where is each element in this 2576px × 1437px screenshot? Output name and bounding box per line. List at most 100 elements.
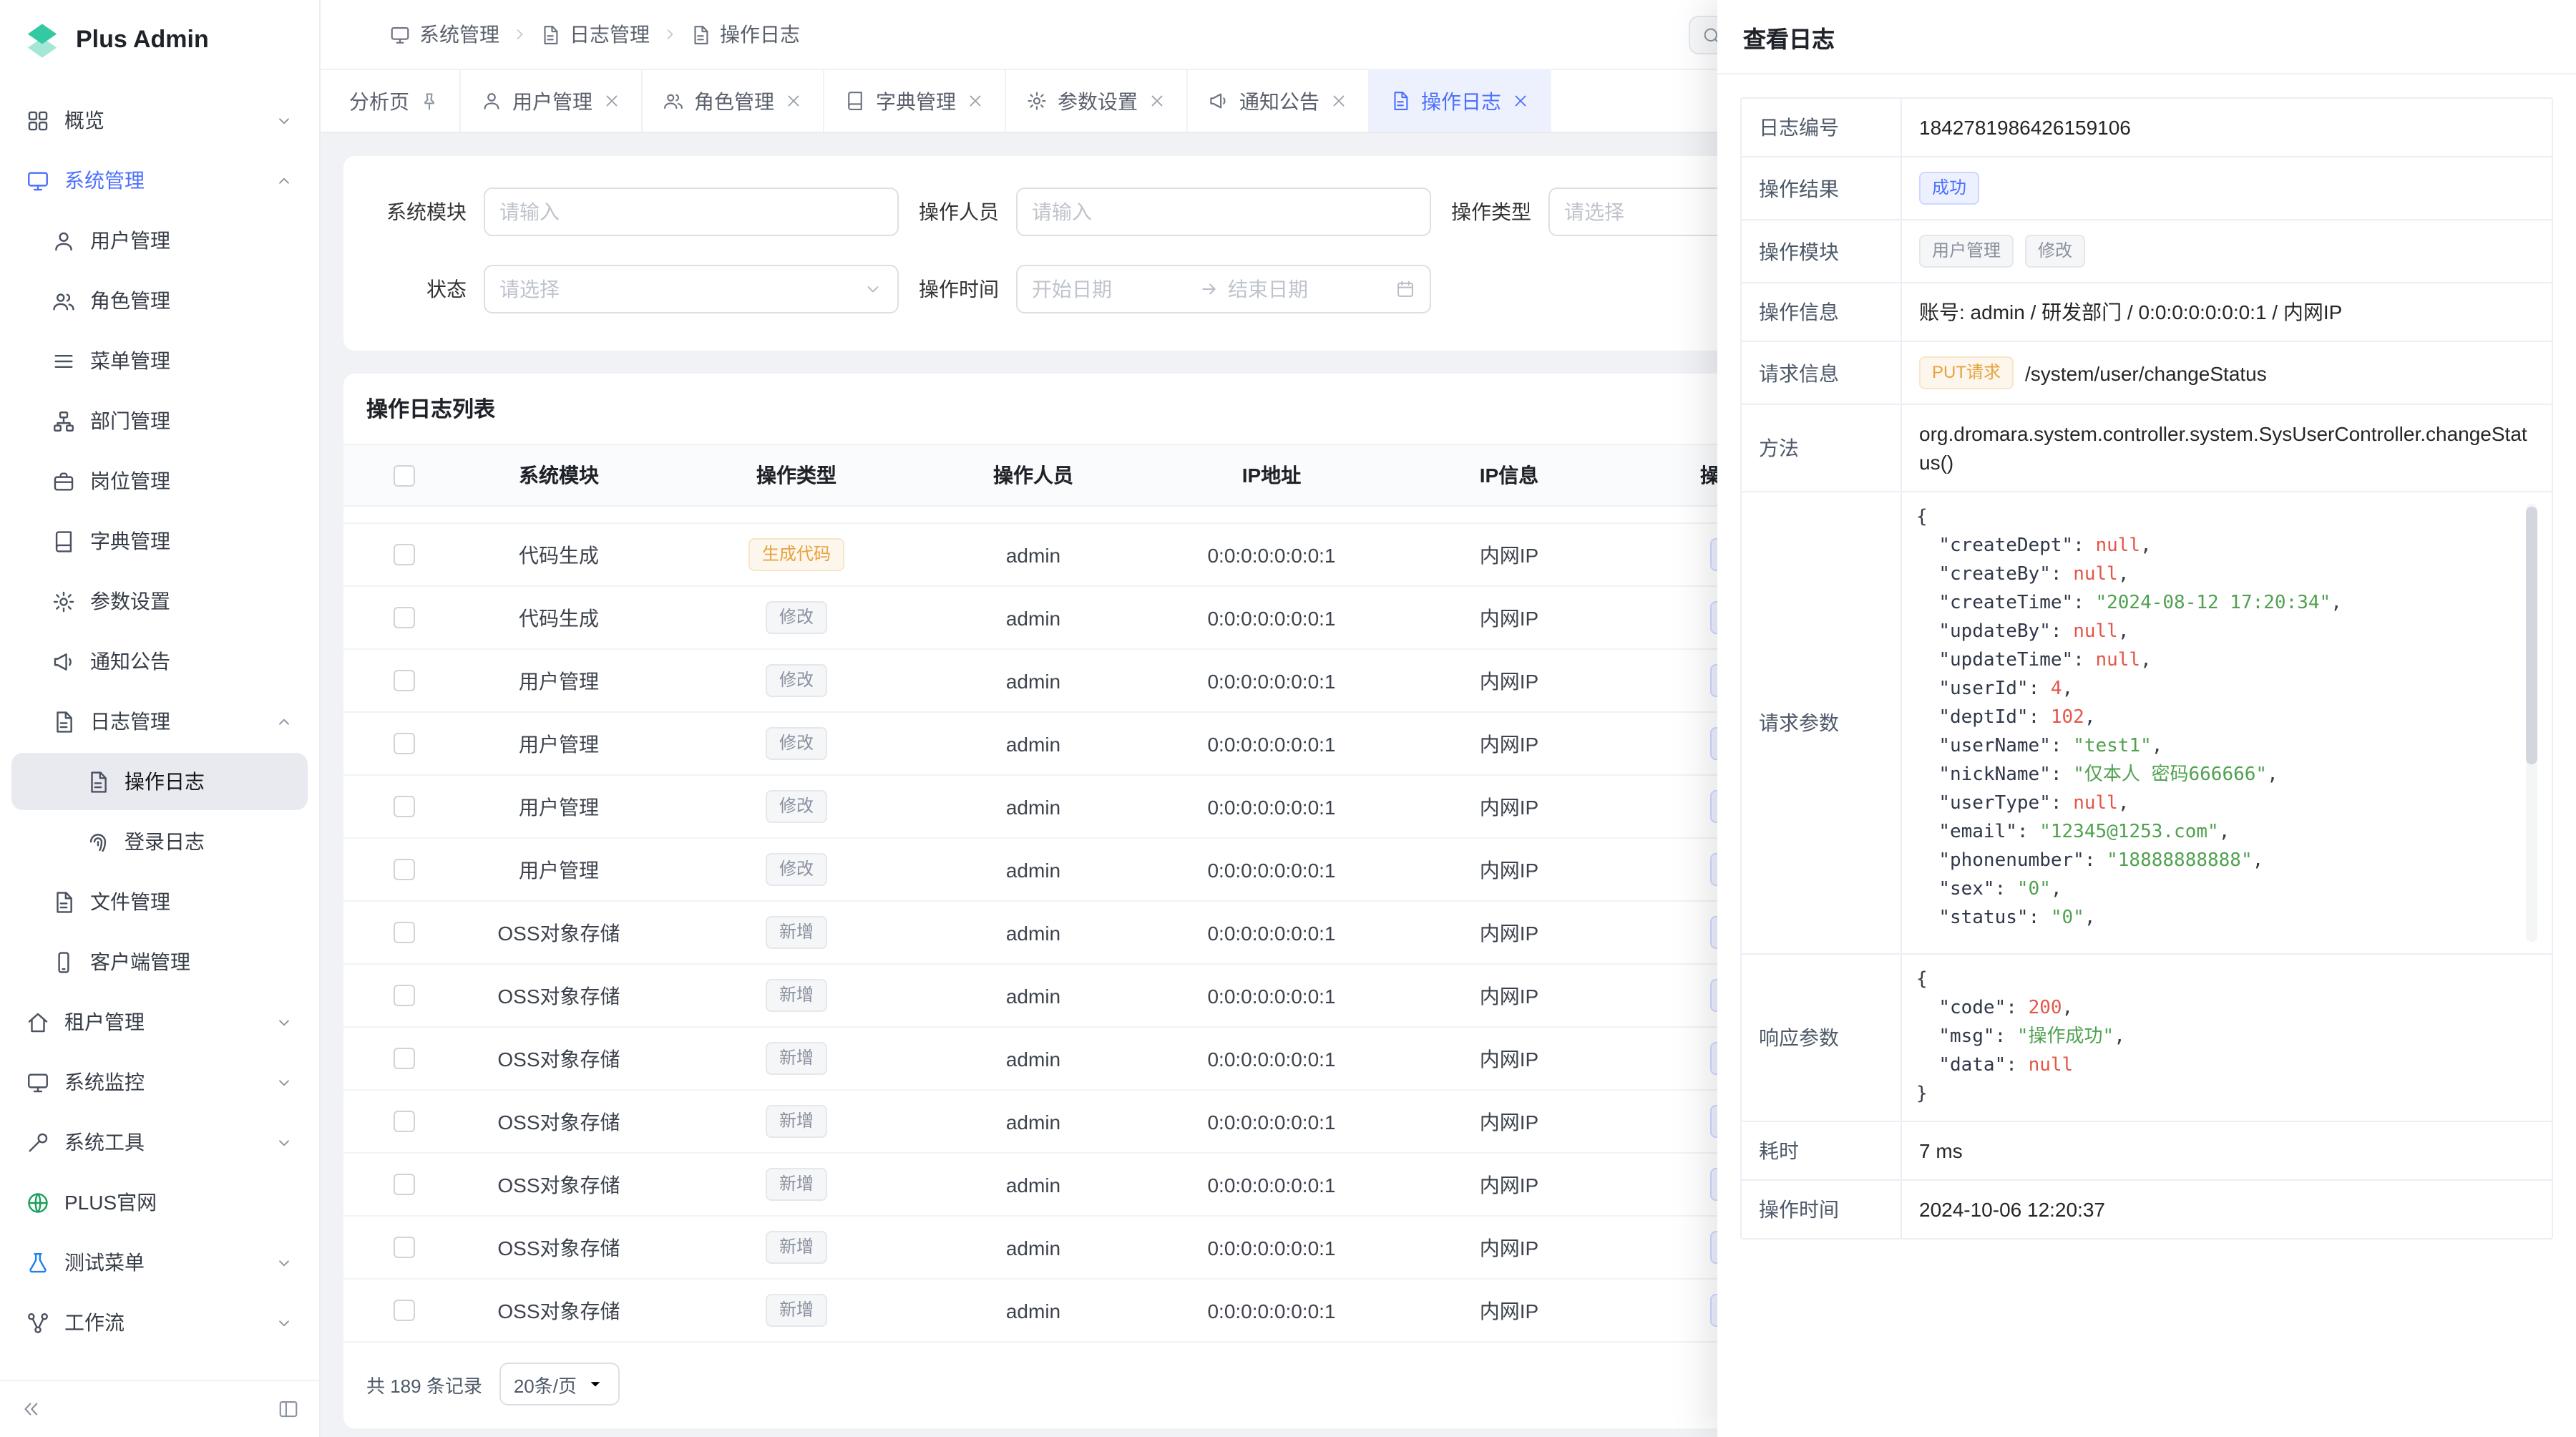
menu-toggle-icon[interactable] <box>343 21 369 47</box>
row-checkbox[interactable] <box>393 544 414 565</box>
doc-icon <box>690 24 711 45</box>
tab-operlog[interactable]: 操作日志 <box>1370 70 1551 132</box>
close-icon[interactable] <box>1511 92 1530 110</box>
cell-ip: 0:0:0:0:0:0:0:1 <box>1151 669 1392 692</box>
sidebar-item-website[interactable]: PLUS官网 <box>11 1174 308 1231</box>
cell-ip: 0:0:0:0:0:0:0:1 <box>1151 1110 1392 1133</box>
sidebar-item-workflow[interactable]: 工作流 <box>11 1294 308 1351</box>
status-select[interactable]: 请选择 <box>484 265 899 313</box>
sidebar-item-tool[interactable]: 系统工具 <box>11 1114 308 1171</box>
filter-label: 状态 <box>366 275 484 303</box>
cell-operator: admin <box>916 1110 1151 1133</box>
time-daterange[interactable]: 开始日期结束日期 <box>1016 265 1431 313</box>
value-text: 1842781986426159106 <box>1919 113 2131 142</box>
cell-ip-info: 内网IP <box>1392 603 1626 632</box>
row-checkbox[interactable] <box>393 733 414 754</box>
column-header: 系统模块 <box>441 461 677 489</box>
row-checkbox[interactable] <box>393 670 414 691</box>
users-icon <box>663 90 684 112</box>
close-icon[interactable] <box>1330 92 1348 110</box>
pin-icon[interactable] <box>419 91 439 111</box>
sidebar-item-notice[interactable]: 通知公告 <box>11 633 308 690</box>
row-checkbox[interactable] <box>393 1048 414 1069</box>
doc-icon <box>86 769 110 794</box>
drawer-header: 查看日志 <box>1717 0 2576 74</box>
sidebar-item-role[interactable]: 角色管理 <box>11 272 308 329</box>
sidebar-item-client[interactable]: 客户端管理 <box>11 933 308 990</box>
row-checkbox[interactable] <box>393 1174 414 1195</box>
sidebar-item-tenant[interactable]: 租户管理 <box>11 993 308 1051</box>
sidebar-item-menu[interactable]: 菜单管理 <box>11 332 308 389</box>
cell-action: 修改 <box>677 664 916 697</box>
chevron-right-icon <box>511 26 528 43</box>
tab-analysis[interactable]: 分析页 <box>329 70 461 132</box>
action-tag: 新增 <box>766 979 826 1012</box>
sidebar-item-monitor[interactable]: 系统监控 <box>11 1053 308 1111</box>
row-checkbox[interactable] <box>393 1300 414 1321</box>
close-icon[interactable] <box>966 92 985 110</box>
code-block: { "createDept": null, "createBy": null, … <box>1916 504 2537 942</box>
close-icon[interactable] <box>1148 92 1166 110</box>
cell-ip: 0:0:0:0:0:0:0:1 <box>1151 1173 1392 1196</box>
sidebar-item-post[interactable]: 岗位管理 <box>11 452 308 510</box>
cell-ip: 0:0:0:0:0:0:0:1 <box>1151 732 1392 755</box>
cell-module: 用户管理 <box>441 855 677 884</box>
sidebar-item-demo[interactable]: 测试菜单 <box>11 1234 308 1291</box>
tag: 成功 <box>1919 172 1979 205</box>
tab-role[interactable]: 角色管理 <box>643 70 824 132</box>
tab-user[interactable]: 用户管理 <box>461 70 643 132</box>
breadcrumb-item[interactable]: 系统管理 <box>389 20 499 49</box>
row-checkbox[interactable] <box>393 985 414 1006</box>
select-all-checkbox[interactable] <box>393 464 414 486</box>
action-tag: 新增 <box>766 1294 826 1327</box>
breadcrumb-item[interactable]: 日志管理 <box>540 20 650 49</box>
briefcase-icon <box>52 469 76 493</box>
scrollbar-thumb[interactable] <box>2526 507 2537 764</box>
gear-icon <box>1026 90 1048 112</box>
drawer-row-1: 操作结果成功 <box>1742 157 2552 220</box>
tab-dict[interactable]: 字典管理 <box>824 70 1006 132</box>
sidebar-item-overview[interactable]: 概览 <box>11 92 308 149</box>
total-records: 共 189 条记录 <box>366 1370 482 1398</box>
operator-input[interactable]: 请输入 <box>1016 187 1431 236</box>
monitor-icon <box>389 24 411 45</box>
tab-config[interactable]: 参数设置 <box>1006 70 1188 132</box>
monitor-icon <box>26 168 50 193</box>
module-input[interactable]: 请输入 <box>484 187 899 236</box>
row-checkbox[interactable] <box>393 1237 414 1258</box>
column-header: 操作类型 <box>677 461 916 489</box>
close-icon[interactable] <box>602 92 621 110</box>
close-icon[interactable] <box>2526 24 2550 49</box>
tab-notice[interactable]: 通知公告 <box>1188 70 1370 132</box>
collapse-sidebar-icon[interactable] <box>20 1398 42 1420</box>
cell-ip-info: 内网IP <box>1392 1233 1626 1262</box>
cell-operator: admin <box>916 1299 1151 1322</box>
sidebar-item-log[interactable]: 日志管理 <box>11 693 308 750</box>
app-logo[interactable]: Plus Admin <box>0 0 319 80</box>
sidebar-item-dept[interactable]: 部门管理 <box>11 392 308 449</box>
file-icon <box>52 890 76 914</box>
row-checkbox[interactable] <box>393 922 414 943</box>
row-checkbox[interactable] <box>393 607 414 628</box>
drawer-row-label: 操作结果 <box>1742 157 1902 219</box>
doc-icon <box>1390 90 1411 112</box>
cell-operator: admin <box>916 795 1151 818</box>
sidebar-item-operlog[interactable]: 操作日志 <box>11 753 308 810</box>
breadcrumb-item[interactable]: 操作日志 <box>690 20 800 49</box>
row-checkbox[interactable] <box>393 859 414 880</box>
book-icon <box>52 529 76 553</box>
sidebar-item-label: 角色管理 <box>90 286 293 315</box>
layout-toggle-icon[interactable] <box>278 1398 299 1420</box>
sidebar-item-user[interactable]: 用户管理 <box>11 212 308 269</box>
row-checkbox[interactable] <box>393 796 414 817</box>
sidebar-item-dict[interactable]: 字典管理 <box>11 512 308 570</box>
row-checkbox[interactable] <box>393 1111 414 1132</box>
page-size-select[interactable]: 20条/页 <box>499 1363 620 1406</box>
drawer-row-6: 请求参数{ "createDept": null, "createBy": nu… <box>1742 492 2552 955</box>
sidebar-item-config[interactable]: 参数设置 <box>11 573 308 630</box>
sidebar-item-file[interactable]: 文件管理 <box>11 873 308 930</box>
breadcrumb-label: 日志管理 <box>570 20 650 49</box>
close-icon[interactable] <box>784 92 803 110</box>
sidebar-item-loginlog[interactable]: 登录日志 <box>11 813 308 870</box>
sidebar-item-system[interactable]: 系统管理 <box>11 152 308 209</box>
